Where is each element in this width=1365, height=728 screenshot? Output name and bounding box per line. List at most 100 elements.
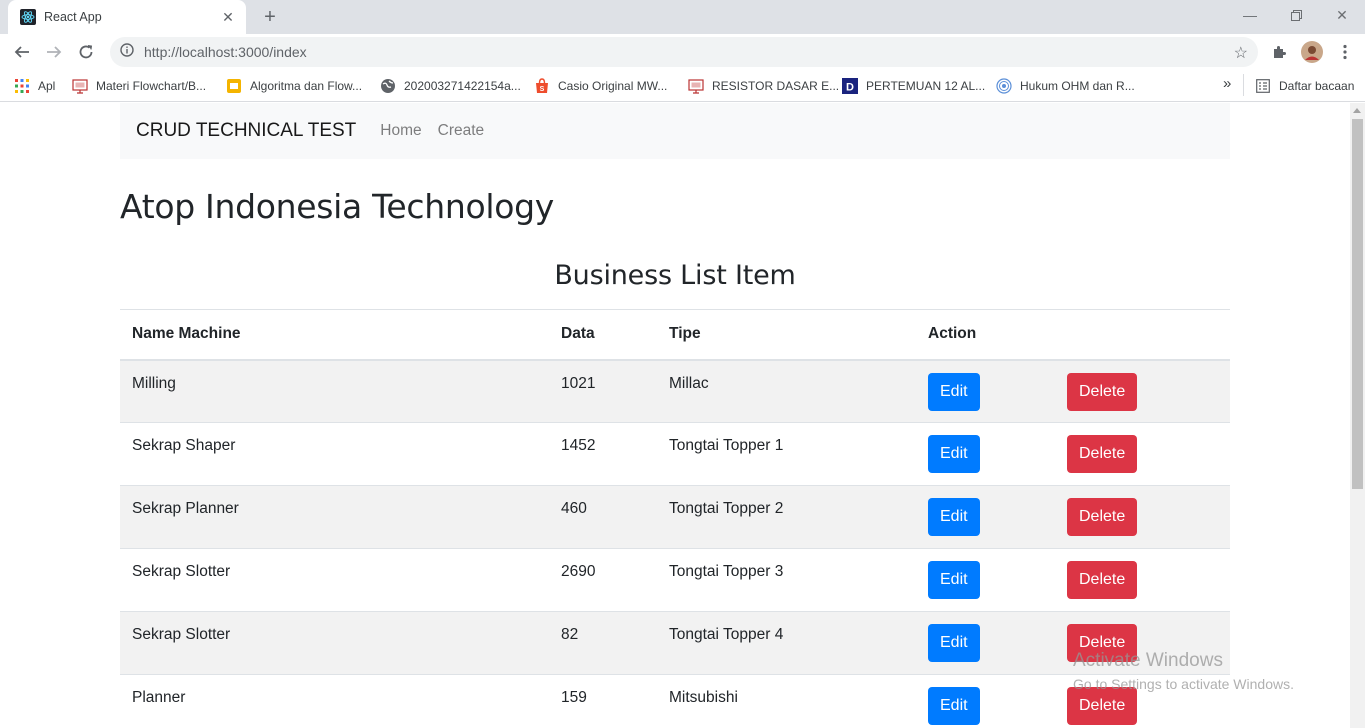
section-title: Business List Item (554, 260, 796, 291)
bookmark-pertemuan[interactable]: D PERTEMUAN 12 AL... (842, 78, 985, 94)
cell-delete: Delete (1055, 485, 1230, 549)
globe-icon (380, 78, 396, 94)
url-text: http://localhost:3000/index (144, 44, 307, 60)
bookmark-label: Algoritma dan Flow... (250, 79, 363, 93)
cell-data: 82 (549, 611, 657, 675)
bookmark-apps[interactable]: Apl (14, 78, 55, 94)
edit-button[interactable]: Edit (928, 561, 980, 599)
bookmark-hukum-ohm[interactable]: Hukum OHM dan R... (996, 78, 1135, 94)
page-scrollbar[interactable] (1350, 103, 1365, 728)
bookmark-star-icon[interactable]: ☆ (1234, 43, 1248, 63)
business-list-table: Name Machine Data Tipe Action Milling 10… (120, 309, 1230, 728)
navbar-brand[interactable]: CRUD TECHNICAL TEST (136, 120, 356, 142)
windows-activation-watermark: Activate Windows Go to Settings to activ… (1073, 650, 1294, 692)
delete-button[interactable]: Delete (1067, 687, 1138, 725)
cell-edit: Edit (916, 485, 1055, 549)
info-icon[interactable] (120, 42, 134, 62)
cell-edit: Edit (916, 548, 1055, 612)
reading-list-button[interactable]: Daftar bacaan (1255, 78, 1354, 94)
cell-tipe: Tongtai Topper 2 (657, 485, 916, 549)
cell-delete: Delete (1055, 548, 1230, 612)
new-tab-button[interactable]: + (258, 6, 282, 28)
cell-delete: Delete (1055, 359, 1230, 423)
watermark-subtitle: Go to Settings to activate Windows. (1073, 676, 1294, 692)
menu-kebab-icon[interactable] (1335, 42, 1355, 62)
profile-avatar[interactable] (1301, 41, 1323, 63)
cell-edit: Edit (916, 674, 1055, 728)
page-container: CRUD TECHNICAL TEST Home Create Atop Ind… (120, 103, 1230, 728)
nav-link-create[interactable]: Create (438, 122, 485, 140)
cell-edit: Edit (916, 422, 1055, 486)
cell-name: Milling (120, 359, 549, 423)
bookmark-pdf-link[interactable]: 202003271422154a... (380, 78, 521, 94)
cell-name: Sekrap Slotter (120, 548, 549, 612)
cell-edit: Edit (916, 611, 1055, 675)
slides-icon (72, 78, 88, 94)
cell-data: 460 (549, 485, 657, 549)
edit-button[interactable]: Edit (928, 498, 980, 536)
cell-tipe: Tongtai Topper 1 (657, 422, 916, 486)
d-icon: D (842, 78, 858, 94)
forward-arrow-icon[interactable] (42, 40, 66, 64)
page-viewport: CRUD TECHNICAL TEST Home Create Atop Ind… (0, 103, 1365, 728)
scrollbar-thumb[interactable] (1352, 119, 1363, 489)
bookmark-casio[interactable]: S Casio Original MW... (534, 78, 667, 94)
more-bookmarks-button[interactable]: » (1223, 75, 1231, 92)
svg-text:D: D (846, 82, 854, 94)
table-row: Sekrap Shaper 1452 Tongtai Topper 1 Edit… (120, 422, 1230, 486)
table-row: Sekrap Slotter 2690 Tongtai Topper 3 Edi… (120, 548, 1230, 612)
tab-title: React App (44, 10, 102, 24)
column-header-action: Action (916, 309, 1055, 361)
close-tab-icon[interactable]: ✕ (220, 9, 236, 26)
cell-tipe: Tongtai Topper 3 (657, 548, 916, 612)
close-window-icon[interactable]: ✕ (1319, 0, 1365, 30)
cell-name: Sekrap Shaper (120, 422, 549, 486)
reading-list-label: Daftar bacaan (1279, 79, 1355, 93)
cell-tipe: Tongtai Topper 4 (657, 611, 916, 675)
address-bar[interactable]: http://localhost:3000/index ☆ (110, 37, 1258, 67)
minimize-icon[interactable]: — (1227, 0, 1273, 30)
apps-grid-icon (14, 78, 30, 94)
edit-button[interactable]: Edit (928, 435, 980, 473)
scroll-up-arrow-icon[interactable] (1353, 108, 1361, 113)
navbar: CRUD TECHNICAL TEST Home Create (120, 103, 1230, 159)
edit-button[interactable]: Edit (928, 687, 980, 725)
bookmark-resistor[interactable]: RESISTOR DASAR E... (688, 78, 839, 94)
edit-button[interactable]: Edit (928, 624, 980, 662)
back-arrow-icon[interactable] (10, 40, 34, 64)
edit-button[interactable]: Edit (928, 372, 980, 411)
bookmark-materi-flowchart[interactable]: Materi Flowchart/B... (72, 78, 206, 94)
bookmark-label: Materi Flowchart/B... (96, 79, 207, 93)
reading-list-icon (1255, 78, 1271, 94)
column-header-data: Data (549, 309, 657, 361)
shopee-icon: S (534, 78, 550, 94)
globe-blue-icon (996, 78, 1012, 94)
bookmark-divider (1243, 74, 1244, 96)
cell-name: Planner (120, 674, 549, 728)
browser-tab[interactable]: React App ✕ (8, 0, 246, 34)
delete-button[interactable]: Delete (1067, 561, 1138, 599)
cell-delete: Delete (1055, 422, 1230, 486)
delete-button[interactable]: Delete (1067, 498, 1138, 536)
bookmark-label: Hukum OHM dan R... (1020, 79, 1135, 93)
bookmark-label: RESISTOR DASAR E... (712, 79, 840, 93)
bookmark-label: 202003271422154a... (404, 79, 521, 93)
cell-name: Sekrap Slotter (120, 611, 549, 675)
cell-tipe: Mitsubishi (657, 674, 916, 728)
table-row: Sekrap Slotter 82 Tongtai Topper 4 Edit … (120, 611, 1230, 675)
bookmark-algoritma[interactable]: Algoritma dan Flow... (226, 78, 362, 94)
slides-icon (688, 78, 704, 94)
cell-tipe: Millac (657, 359, 916, 423)
delete-button[interactable]: Delete (1067, 372, 1138, 411)
nav-link-home[interactable]: Home (380, 122, 421, 140)
bookmark-label: PERTEMUAN 12 AL... (866, 79, 986, 93)
cell-data: 2690 (549, 548, 657, 612)
extensions-puzzle-icon[interactable] (1270, 42, 1290, 62)
reload-icon[interactable] (74, 40, 98, 64)
svg-text:S: S (540, 86, 545, 93)
page-title: Atop Indonesia Technology (120, 187, 554, 226)
cell-name: Sekrap Planner (120, 485, 549, 549)
table-header-row: Name Machine Data Tipe Action (120, 309, 1230, 361)
restore-icon[interactable] (1273, 0, 1319, 30)
delete-button[interactable]: Delete (1067, 435, 1138, 473)
